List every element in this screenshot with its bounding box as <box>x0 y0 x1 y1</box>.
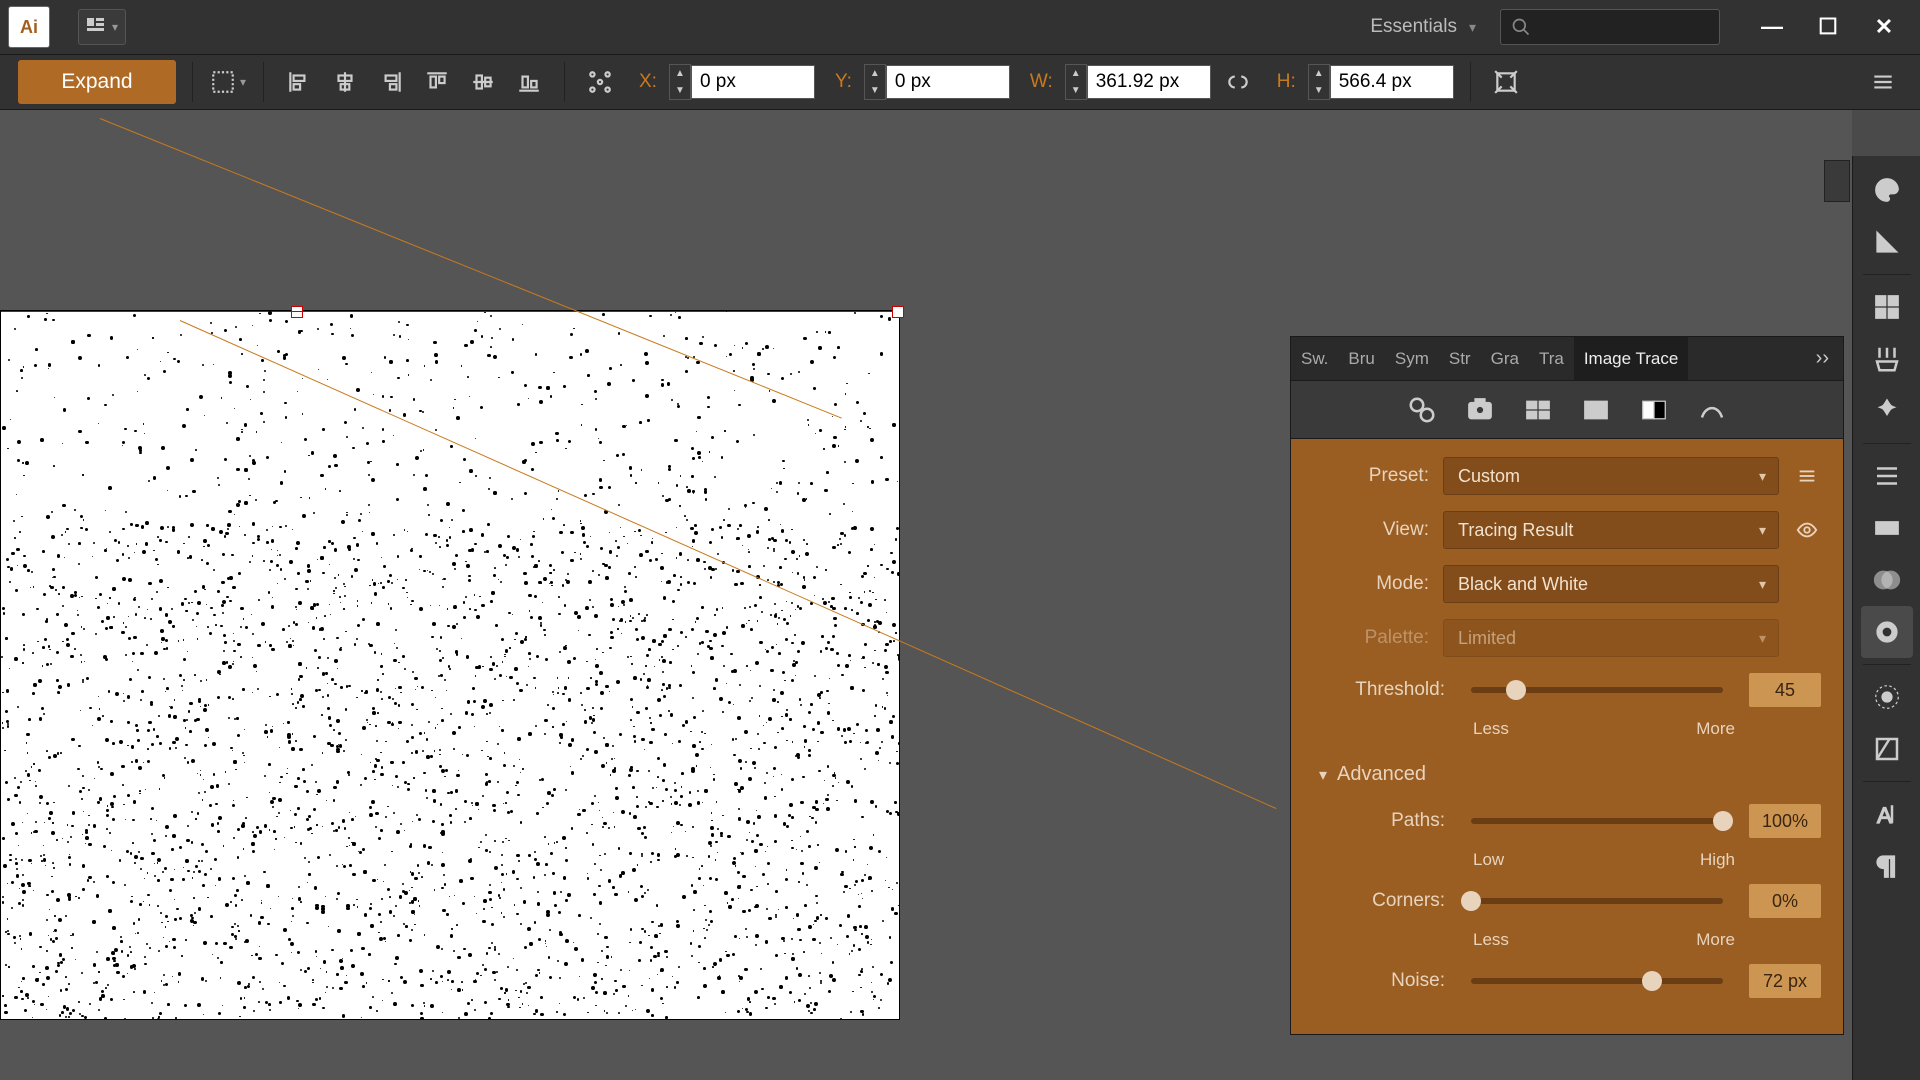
minimize-button[interactable]: — <box>1744 7 1800 47</box>
link-wh-icon[interactable] <box>1219 63 1257 101</box>
arrange-documents-button[interactable] <box>78 9 126 45</box>
workspace-label: Essentials <box>1370 16 1457 38</box>
paths-value[interactable]: 100% <box>1749 804 1821 838</box>
preset-label: Preset: <box>1313 465 1429 487</box>
h-label: H: <box>1277 71 1296 93</box>
stroke-icon[interactable] <box>1861 450 1913 502</box>
align-left-icon[interactable] <box>280 63 318 101</box>
preset-lowcolor-icon[interactable] <box>1521 395 1555 425</box>
tab-symbols[interactable]: Sym <box>1385 337 1439 380</box>
w-input[interactable] <box>1087 65 1211 99</box>
h-stepper[interactable]: ▲▼ <box>1308 64 1454 100</box>
x-label: X: <box>639 71 657 93</box>
tab-transparency[interactable]: Tra <box>1529 337 1574 380</box>
preset-select[interactable]: Custom <box>1443 457 1779 495</box>
y-label: Y: <box>835 71 852 93</box>
align-hcenter-icon[interactable] <box>326 63 364 101</box>
panel-tabs: Sw. Bru Sym Str Gra Tra Image Trace ›› <box>1291 337 1843 381</box>
noise-label: Noise: <box>1313 970 1445 992</box>
mode-label: Mode: <box>1313 573 1429 595</box>
eye-icon[interactable] <box>1793 516 1821 544</box>
close-button[interactable]: ✕ <box>1856 7 1912 47</box>
threshold-label: Threshold: <box>1313 679 1445 701</box>
search-icon <box>1511 17 1531 37</box>
preset-outline-icon[interactable] <box>1695 395 1729 425</box>
workspace-switcher[interactable]: Essentials ▾ <box>1370 16 1476 38</box>
transform-icon[interactable] <box>581 63 619 101</box>
tab-brushes[interactable]: Bru <box>1338 337 1384 380</box>
tabs-overflow-icon[interactable]: ›› <box>1802 337 1843 380</box>
window-controls: — ☐ ✕ <box>1744 7 1912 47</box>
paths-label: Paths: <box>1313 810 1445 832</box>
grid-icon <box>86 17 106 37</box>
svg-text:A: A <box>1877 803 1892 828</box>
view-select[interactable]: Tracing Result <box>1443 511 1779 549</box>
palette-label: Palette: <box>1313 627 1429 649</box>
preset-gray-icon[interactable] <box>1579 395 1613 425</box>
toolbar-options-icon[interactable] <box>1864 63 1902 101</box>
corners-value[interactable]: 0% <box>1749 884 1821 918</box>
align-bottom-icon[interactable] <box>510 63 548 101</box>
transparency-icon[interactable] <box>1861 554 1913 606</box>
noise-slider[interactable] <box>1471 978 1723 984</box>
search-input[interactable] <box>1500 9 1720 45</box>
y-stepper[interactable]: ▲▼ <box>864 64 1010 100</box>
preset-photo-icon[interactable] <box>1463 395 1497 425</box>
control-bar: Expand X: ▲▼ Y: ▲▼ W: ▲▼ H: ▲▼ <box>0 54 1920 110</box>
image-trace-icon[interactable] <box>1861 606 1913 658</box>
swatches-icon[interactable] <box>1861 281 1913 333</box>
y-input[interactable] <box>886 65 1010 99</box>
expand-button[interactable]: Expand <box>18 60 176 104</box>
gradient-icon[interactable] <box>1861 502 1913 554</box>
tab-gradient[interactable]: Gra <box>1481 337 1529 380</box>
h-input[interactable] <box>1330 65 1454 99</box>
preset-bw-icon[interactable] <box>1637 395 1671 425</box>
tab-image-trace[interactable]: Image Trace <box>1574 337 1689 380</box>
isolate-icon[interactable] <box>1487 63 1525 101</box>
corners-slider[interactable] <box>1471 898 1723 904</box>
w-label: W: <box>1030 71 1053 93</box>
palette-select: Limited <box>1443 619 1779 657</box>
view-label: View: <box>1313 519 1429 541</box>
maximize-button[interactable]: ☐ <box>1800 7 1856 47</box>
traced-image <box>1 311 899 1019</box>
paragraph-icon[interactable] <box>1861 840 1913 892</box>
preset-menu-icon[interactable] <box>1793 462 1821 490</box>
chevron-down-icon: ▾ <box>1469 19 1476 36</box>
threshold-value[interactable]: 45 <box>1749 673 1821 707</box>
mode-select[interactable]: Black and White <box>1443 565 1779 603</box>
advanced-toggle[interactable]: Advanced <box>1319 763 1821 786</box>
tab-swatches[interactable]: Sw. <box>1291 337 1338 380</box>
vertical-scrollbar[interactable] <box>1824 160 1850 202</box>
noise-value[interactable]: 72 px <box>1749 964 1821 998</box>
appearance-icon[interactable] <box>1861 671 1913 723</box>
tab-stroke[interactable]: Str <box>1439 337 1481 380</box>
threshold-slider[interactable] <box>1471 687 1723 693</box>
preset-icons-row <box>1291 381 1843 439</box>
artboard[interactable] <box>0 310 900 1020</box>
color-guide-icon[interactable] <box>1861 216 1913 268</box>
character-icon[interactable]: A <box>1861 788 1913 840</box>
app-icon: Ai <box>8 6 50 48</box>
right-dock: A <box>1852 156 1920 1080</box>
w-stepper[interactable]: ▲▼ <box>1065 64 1211 100</box>
x-input[interactable] <box>691 65 815 99</box>
corners-label: Corners: <box>1313 890 1445 912</box>
titlebar: Ai Essentials ▾ — ☐ ✕ <box>0 0 1920 54</box>
x-stepper[interactable]: ▲▼ <box>669 64 815 100</box>
brushes-icon[interactable] <box>1861 333 1913 385</box>
align-top-icon[interactable] <box>418 63 456 101</box>
align-to-button[interactable] <box>209 63 247 101</box>
symbols-icon[interactable] <box>1861 385 1913 437</box>
color-panel-icon[interactable] <box>1861 164 1913 216</box>
image-trace-panel: Sw. Bru Sym Str Gra Tra Image Trace ›› P… <box>1290 336 1844 1035</box>
graphic-styles-icon[interactable] <box>1861 723 1913 775</box>
preset-auto-icon[interactable] <box>1405 395 1439 425</box>
paths-slider[interactable] <box>1471 818 1723 824</box>
align-vcenter-icon[interactable] <box>464 63 502 101</box>
align-right-icon[interactable] <box>372 63 410 101</box>
